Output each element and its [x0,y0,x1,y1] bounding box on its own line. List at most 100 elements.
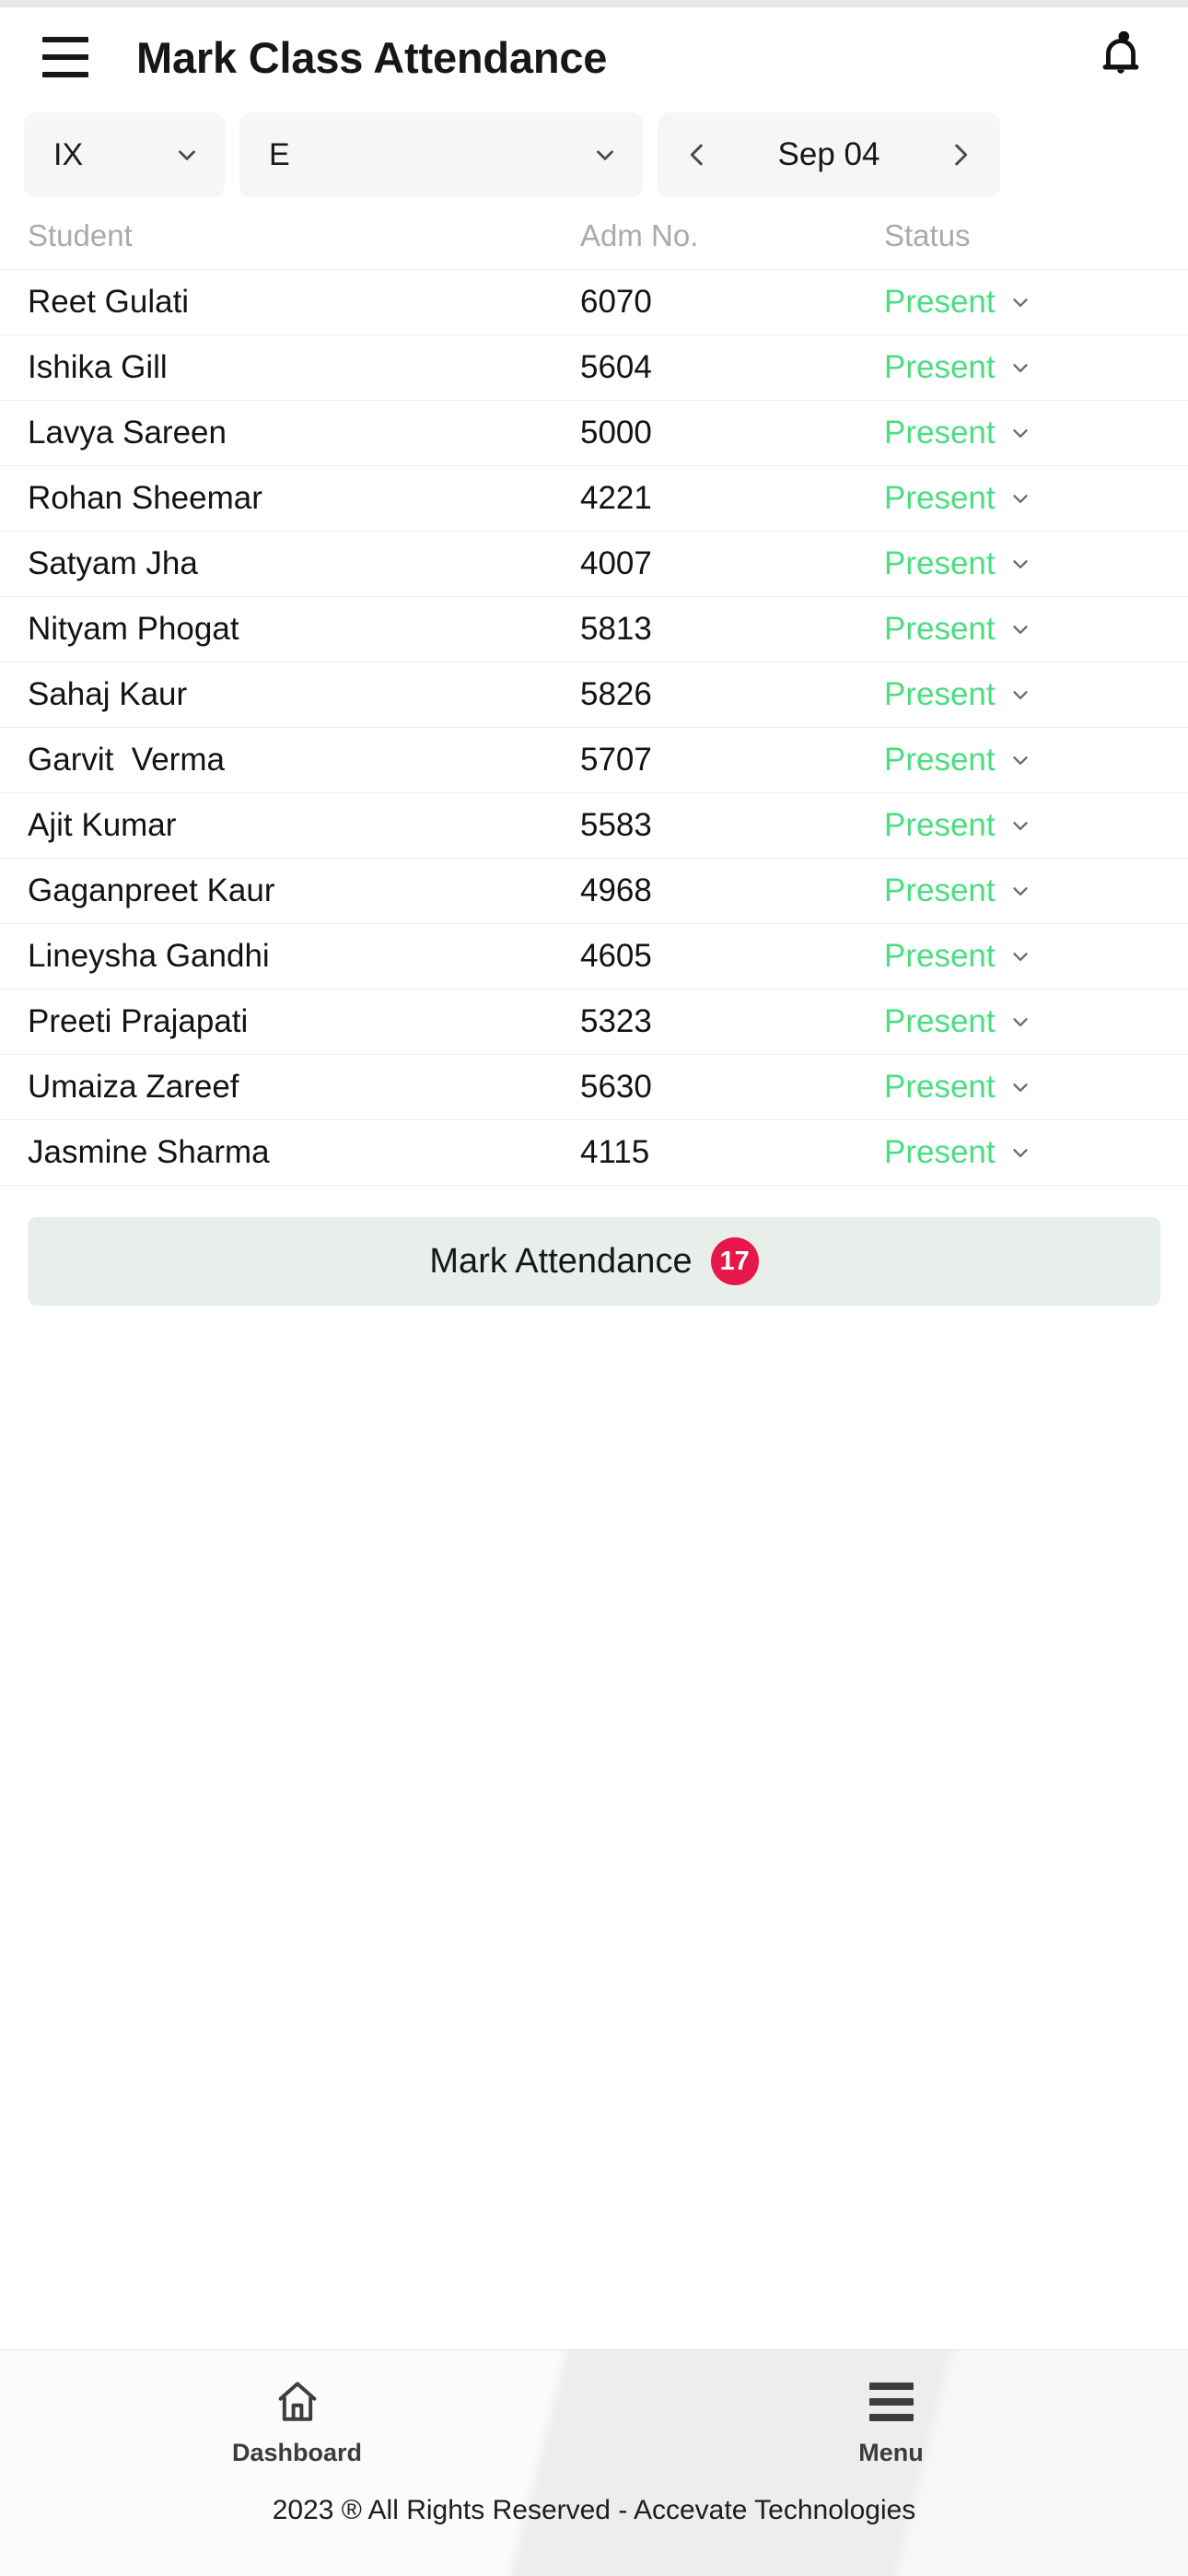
student-name: Lavya Sareen [28,415,227,451]
admission-number: 5826 [580,676,652,712]
table-row[interactable]: Ishika Gill 5604 Present [0,334,1188,400]
nav-item-dashboard[interactable]: Dashboard [0,2378,594,2467]
status-value: Present [884,349,996,385]
admission-number: 4221 [580,480,652,516]
chevron-left-icon[interactable] [678,135,716,174]
status-value: Present [884,676,996,712]
copyright-text: 2023 ® All Rights Reserved - Accevate Te… [272,2495,916,2525]
class-select[interactable]: IX [24,112,225,197]
table-row[interactable]: Lineysha Gandhi 4605 Present [0,923,1188,989]
status-bar-strip [0,0,1188,7]
nav-item-menu[interactable]: Menu [594,2378,1188,2467]
student-name: Lineysha Gandhi [28,938,270,974]
admission-number: 5630 [580,1069,652,1105]
admission-number: 4007 [580,545,652,581]
bottom-navigation: Dashboard Menu 2023 ® All Rights Reserve… [0,2349,1188,2576]
table-row[interactable]: Garvit Verma 5707 Present [0,727,1188,792]
table-row[interactable]: Jasmine Sharma 4115 Present [0,1119,1188,1185]
mark-attendance-button[interactable]: Mark Attendance 17 [28,1217,1160,1306]
admission-number: 4605 [580,938,652,974]
status-value: Present [884,742,996,778]
status-dropdown[interactable]: Present [884,284,1160,321]
student-name: Jasmine Sharma [28,1134,270,1170]
table-row[interactable]: Sahaj Kaur 5826 Present [0,662,1188,727]
table-row[interactable]: Lavya Sareen 5000 Present [0,400,1188,465]
status-value: Present [884,415,996,451]
status-dropdown[interactable]: Present [884,415,1160,451]
mark-attendance-label: Mark Attendance [429,1241,693,1281]
table-row[interactable]: Reet Gulati 6070 Present [0,269,1188,334]
date-navigator: Sep 04 [658,112,1000,197]
status-dropdown[interactable]: Present [884,676,1160,713]
student-name: Sahaj Kaur [28,676,188,712]
student-name: Garvit Verma [28,742,225,778]
app-header: Mark Class Attendance [0,7,1188,107]
chevron-down-icon [1008,748,1032,772]
status-value: Present [884,284,996,320]
chevron-down-icon [1008,617,1032,641]
status-dropdown[interactable]: Present [884,1003,1160,1040]
section-select[interactable]: E [239,112,643,197]
admission-number: 5813 [580,611,652,647]
status-value: Present [884,480,996,516]
section-select-value: E [269,136,290,172]
admission-number: 6070 [580,284,652,320]
nav-label-menu: Menu [858,2439,924,2466]
chevron-right-icon[interactable] [941,135,980,174]
admission-number: 5707 [580,742,652,778]
status-dropdown[interactable]: Present [884,1134,1160,1171]
chevron-down-icon [591,141,619,169]
date-label[interactable]: Sep 04 [778,136,880,173]
home-icon [274,2378,320,2426]
status-value: Present [884,938,996,974]
chevron-down-icon [1008,944,1032,968]
status-dropdown[interactable]: Present [884,807,1160,844]
chevron-down-icon [1008,879,1032,903]
status-dropdown[interactable]: Present [884,938,1160,975]
student-name: Preeti Prajapati [28,1003,249,1039]
status-dropdown[interactable]: Present [884,742,1160,779]
table-body: Reet Gulati 6070 Present Ishika Gill 5604 Pre… [0,269,1188,1185]
admission-number: 5583 [580,807,652,843]
status-dropdown[interactable]: Present [884,611,1160,648]
admission-number: 5000 [580,415,652,451]
column-header-adm-no: Adm No. [580,218,699,252]
table-row[interactable]: Satyam Jha 4007 Present [0,531,1188,596]
student-name: Reet Gulati [28,284,190,320]
status-value: Present [884,545,996,581]
chevron-down-icon [1008,1010,1032,1034]
chevron-down-icon [1008,683,1032,707]
student-name: Ajit Kumar [28,807,177,843]
admission-number: 4968 [580,872,652,908]
chevron-down-icon [1008,421,1032,445]
table-row[interactable]: Ajit Kumar 5583 Present [0,792,1188,858]
table-row[interactable]: Nityam Phogat 5813 Present [0,596,1188,662]
chevron-down-icon [1008,552,1032,576]
attendance-table: Student Adm No. Status Reet Gulati 6070 Pr… [0,203,1188,1185]
student-name: Umaiza Zareef [28,1069,239,1105]
status-dropdown[interactable]: Present [884,349,1160,386]
bell-icon[interactable] [1094,29,1147,86]
status-dropdown[interactable]: Present [884,1069,1160,1106]
status-value: Present [884,1003,996,1039]
class-select-value: IX [53,136,84,172]
student-name: Gaganpreet Kaur [28,872,275,908]
student-name: Ishika Gill [28,349,168,385]
hamburger-icon[interactable] [42,37,88,77]
table-row[interactable]: Rohan Sheemar 4221 Present [0,465,1188,531]
status-value: Present [884,872,996,908]
table-row[interactable]: Umaiza Zareef 5630 Present [0,1054,1188,1119]
column-header-student: Student [28,218,133,252]
mark-attendance-count-badge: 17 [710,1237,759,1285]
status-dropdown[interactable]: Present [884,872,1160,909]
status-value: Present [884,611,996,647]
status-value: Present [884,1069,996,1105]
status-dropdown[interactable]: Present [884,545,1160,582]
admission-number: 5604 [580,349,652,385]
chevron-down-icon [1008,486,1032,510]
status-dropdown[interactable]: Present [884,480,1160,517]
table-row[interactable]: Preeti Prajapati 5323 Present [0,989,1188,1054]
student-name: Nityam Phogat [28,611,239,647]
chevron-down-icon [1008,356,1032,380]
table-row[interactable]: Gaganpreet Kaur 4968 Present [0,858,1188,923]
